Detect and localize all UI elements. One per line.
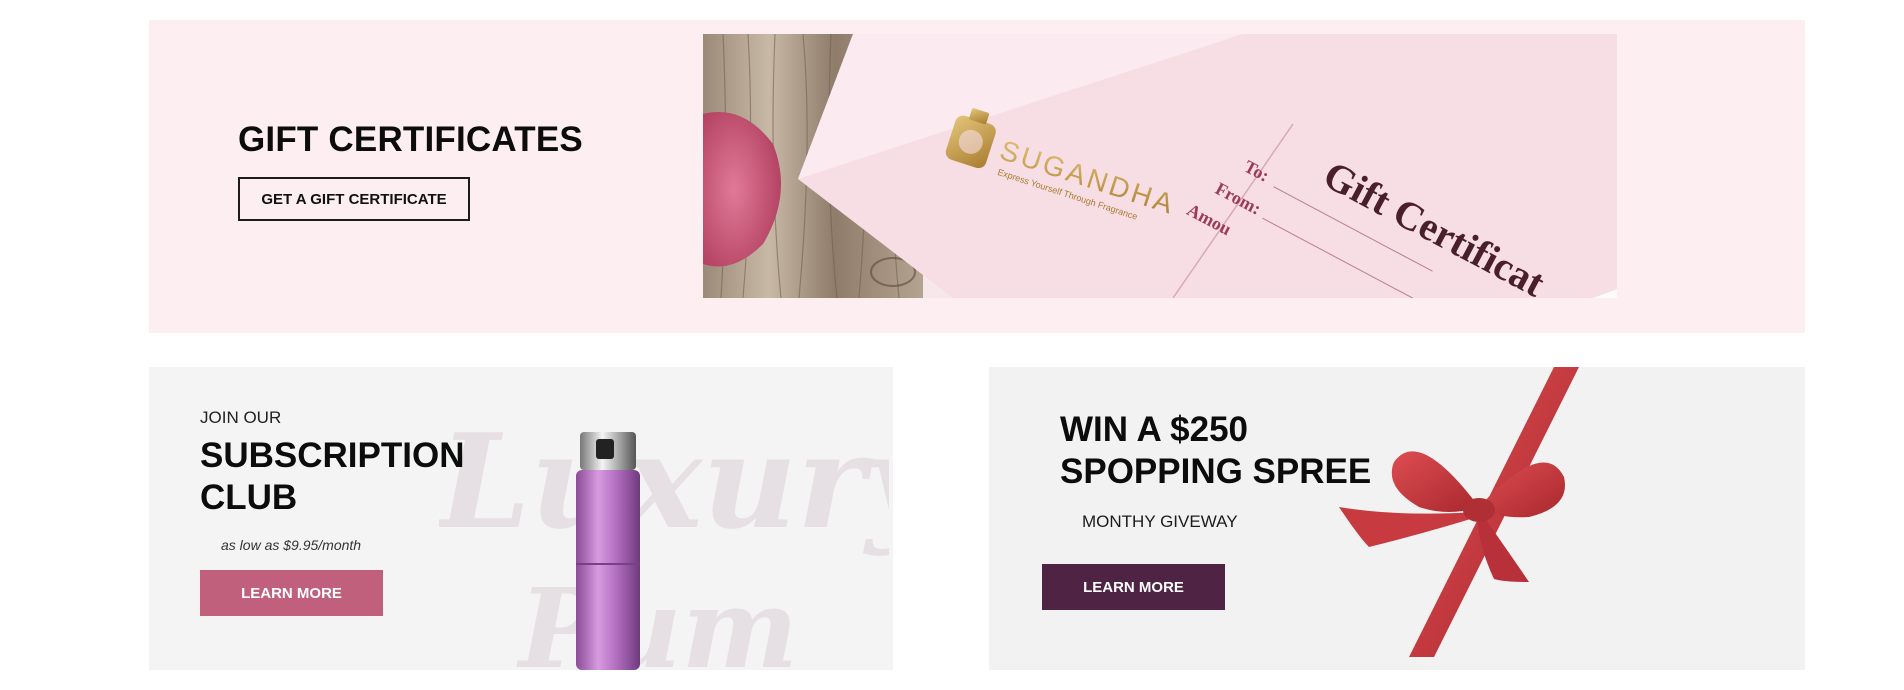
shopping-spree-title: WIN A $250 SPOPPING SPREE [1060,409,1371,493]
luxury-perfume-illustration: Luxury Pum [439,405,889,670]
subscription-title-line1: SUBSCRIPTION [200,436,465,475]
perfume-bottle [576,432,640,670]
red-ribbon-bow-image [1339,367,1579,657]
subscription-learn-more-button[interactable]: LEARN MORE [200,570,383,616]
watermark-luxury-text: Luxury [439,405,889,558]
shopping-spree-subtitle: MONTHY GIVEWAY [1082,512,1238,531]
gift-certificate-illustration: SUGANDHA Express Yourself Through Fragra… [703,34,1617,298]
shopping-spree-title-line1: WIN A $250 [1060,410,1249,449]
gift-certificates-title: GIFT CERTIFICATES [238,120,583,159]
shopping-spree-card: WIN A $250 SPOPPING SPREE MONTHY GIVEWAY… [989,367,1805,670]
watermark-pum-text: Pum [516,564,798,670]
subscription-title: SUBSCRIPTION CLUB [200,435,500,519]
gift-certificate-image: SUGANDHA Express Yourself Through Fragra… [703,34,1617,298]
subscription-title-line2: CLUB [200,478,298,517]
subscription-price-note: as low as $9.95/month [221,537,362,553]
subscription-pre-title: JOIN OUR [200,408,282,427]
get-gift-certificate-button[interactable]: GET A GIFT CERTIFICATE [238,177,470,221]
shopping-spree-title-line2: SPOPPING SPREE [1060,452,1372,491]
shopping-spree-learn-more-button[interactable]: LEARN MORE [1042,564,1225,610]
subscription-club-card: Luxury Pum JOIN OUR SUBSCRIPTION CLUB as… [149,367,893,670]
